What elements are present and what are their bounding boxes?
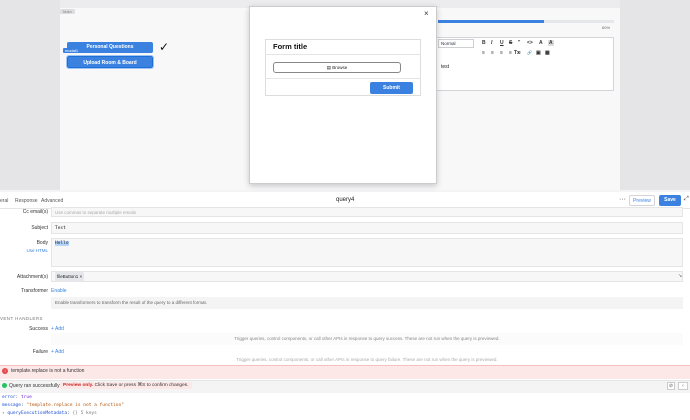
success-add-button[interactable]: + Add [51, 326, 64, 332]
editor-content[interactable]: test [441, 64, 449, 70]
failure-add-button[interactable]: + Add [51, 349, 64, 355]
console-output: error: true message: "template.replace i… [0, 393, 690, 420]
failure-label: Failure [32, 349, 48, 355]
transformer-label: Transformer [20, 288, 48, 294]
italic-icon[interactable]: I [491, 40, 492, 46]
expand-icon[interactable]: ⤢ [684, 196, 689, 203]
console-value: true [20, 395, 32, 400]
main-frame-label: Main [60, 9, 75, 14]
body-value: Hello [55, 241, 69, 246]
close-icon[interactable]: × [424, 9, 429, 18]
browse-file-button[interactable]: ▤ Browse [273, 62, 401, 73]
status-text: Query ran successfully [9, 383, 60, 389]
preview-only-notice: Preview only. Click Save or press ⌘S to … [60, 382, 192, 389]
console-key: message [2, 403, 21, 408]
console-line: error: true [2, 395, 32, 400]
ordered-list-icon[interactable]: ≡ [482, 50, 485, 56]
bold-icon[interactable]: B [482, 40, 486, 46]
save-button[interactable]: Save [659, 195, 681, 206]
subject-label: Subject [31, 225, 48, 231]
transformer-hint: Enable transformers to transform the res… [51, 297, 683, 309]
underline-icon[interactable]: U [500, 40, 504, 46]
progress-text: 60% [602, 25, 611, 30]
modal-component-tag: modal1 [63, 48, 81, 53]
upload-room-board-button[interactable]: Upload Room & Board [66, 55, 154, 69]
success-label: Success [29, 326, 48, 332]
indent-icon[interactable]: ≡ [509, 50, 512, 56]
subject-value: Test [55, 226, 66, 231]
more-menu-icon[interactable]: ··· [619, 196, 626, 203]
attachment-input[interactable]: fileButton1 × [51, 271, 683, 282]
tab-response[interactable]: Response [15, 198, 38, 204]
subject-input[interactable]: Test [51, 222, 683, 234]
console-key: queryExecutionMetadata [7, 411, 68, 416]
transformer-enable-link[interactable]: Enable [51, 288, 67, 294]
success-hint: Trigger queries, control components, or … [51, 333, 683, 345]
console-value: "template.replace is not a function" [26, 403, 124, 408]
browse-label: Browse [332, 65, 348, 70]
preview-button[interactable]: Preview [629, 195, 655, 206]
attachment-chip[interactable]: fileButton1 × [55, 272, 85, 282]
bullet-list-icon[interactable]: ≡ [491, 50, 494, 56]
attachment-dropdown-icon[interactable]: ↘ [678, 273, 682, 279]
editor-toolbar: B I U S " <> A A ≡ ≡ ≡ ≡ ≡ 🔗 ▣ ▦ [438, 39, 612, 59]
image-icon[interactable]: ▣ [536, 50, 541, 56]
clear-format-icon[interactable]: Tx [514, 50, 520, 56]
failure-hint: Trigger queries, control components, or … [236, 357, 498, 362]
event-handlers-title: VENT HANDLERS [0, 316, 43, 321]
console-key: error [2, 395, 16, 400]
quote-icon[interactable]: " [518, 40, 520, 46]
collapse-icon[interactable]: ‹ [678, 382, 688, 390]
tab-general[interactable]: eral [0, 198, 8, 204]
cc-label: Cc email(s) [22, 209, 48, 215]
preview-only-label: Preview only. [63, 383, 94, 388]
error-icon: ! [2, 368, 8, 374]
query-name[interactable]: query4 [336, 197, 354, 203]
font-color-icon[interactable]: A [539, 40, 543, 46]
attachment-chip-label: fileButton1 [57, 274, 79, 279]
submit-button[interactable]: Submit [370, 82, 413, 94]
console-line[interactable]: › queryExecutionMetadata: {} 5 keys [2, 411, 97, 416]
strike-icon[interactable]: S [509, 40, 512, 46]
clear-console-icon[interactable]: ⊘ [667, 382, 675, 390]
body-input[interactable]: Hello [51, 238, 683, 267]
code-icon[interactable]: <> [527, 40, 533, 46]
form-divider [265, 78, 421, 79]
console-line: message: "template.replace is not a func… [2, 403, 124, 408]
success-dot-icon [2, 383, 7, 388]
link-icon[interactable]: 🔗 [527, 50, 532, 55]
table-icon[interactable]: ▦ [545, 50, 550, 56]
chip-remove-icon[interactable]: × [80, 274, 83, 279]
form-title: Form title [273, 42, 308, 51]
outdent-icon[interactable]: ≡ [500, 50, 503, 56]
use-html-link[interactable]: Use HTML [8, 248, 48, 253]
cc-email-input[interactable]: Use commas to separate multiple emails [51, 207, 683, 217]
console-value: {} 5 keys [72, 411, 97, 416]
cc-placeholder: Use commas to separate multiple emails [55, 210, 137, 215]
form-divider [265, 54, 421, 55]
preview-only-hint: Click Save or press ⌘S to confirm change… [94, 383, 189, 388]
attachment-label: Attachment(s) [16, 274, 48, 280]
body-label: Body [36, 240, 48, 246]
error-banner [0, 365, 690, 379]
highlight-icon[interactable]: A [548, 40, 554, 46]
checkmark-icon: ✓ [159, 40, 170, 54]
tab-advanced[interactable]: Advanced [41, 198, 63, 204]
progress-bar-fill [438, 20, 544, 23]
error-message: template.replace is not a function [11, 368, 85, 374]
